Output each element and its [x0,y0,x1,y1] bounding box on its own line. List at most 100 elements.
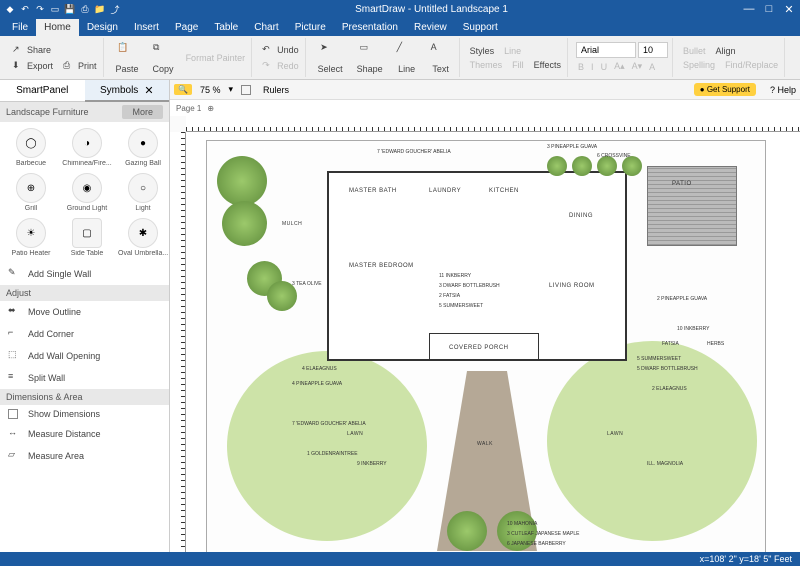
select-button[interactable]: ➤Select [314,40,347,76]
tab-smartpanel[interactable]: SmartPanel [0,80,85,102]
line-button[interactable]: ╱Line [393,40,421,76]
menu-home[interactable]: Home [36,19,79,36]
bullet-button[interactable]: Bullet [681,45,708,57]
shrub-shape[interactable] [572,156,592,176]
tree-shape[interactable] [447,511,487,551]
help-button[interactable]: ? Help [770,85,796,95]
close-button[interactable]: ✕ [782,2,796,16]
add-page-button[interactable]: ⊕ [207,104,214,113]
zoom-level[interactable]: 75 % [200,85,221,95]
canvas[interactable]: MASTER BATH LAUNDRY KITCHEN DINING MASTE… [186,132,800,552]
fill-button[interactable]: Fill [510,59,526,71]
tree-shape[interactable] [217,156,267,206]
bold-button[interactable]: B [576,60,586,73]
menu-picture[interactable]: Picture [287,19,334,36]
font-name-select[interactable]: Arial [576,42,636,58]
menu-insert[interactable]: Insert [126,19,167,36]
ruler-horizontal[interactable] [186,116,800,132]
line-style-button[interactable]: Line [502,45,523,57]
tool-label: Measure Area [28,451,84,461]
styles-button[interactable]: Styles [468,45,497,57]
font-shrink-button[interactable]: A▾ [630,60,645,73]
tree-shape[interactable] [222,201,267,246]
themes-button[interactable]: Themes [468,59,505,71]
add-wall-opening-button[interactable]: ⬚Add Wall Opening [0,345,169,367]
split-wall-button[interactable]: ≡Split Wall [0,367,169,389]
save-icon[interactable]: 💾 [64,3,76,15]
room-dining: DINING [569,213,593,219]
porch-outline[interactable] [429,333,539,361]
font-grow-button[interactable]: A▴ [612,60,627,73]
show-dimensions-button[interactable]: Show Dimensions [0,405,169,423]
zoom-icon[interactable]: 🔍 [174,84,192,95]
house-outline[interactable]: MASTER BATH LAUNDRY KITCHEN DINING MASTE… [327,171,627,361]
symbol-chiminea[interactable]: ◑Chiminea/Fire... [60,126,114,169]
measure-area-button[interactable]: ▱Measure Area [0,445,169,467]
open-icon[interactable]: 📁 [94,3,106,15]
minimize-button[interactable]: — [742,2,756,16]
effects-button[interactable]: Effects [532,59,563,71]
menu-review[interactable]: Review [406,19,455,36]
measure-distance-button[interactable]: ↔Measure Distance [0,423,169,445]
symbol-light[interactable]: ○Light [116,171,170,214]
format-painter-button[interactable]: Format Painter [184,52,248,64]
patio[interactable] [647,166,737,246]
rulers-checkbox[interactable] [241,85,251,95]
symbol-patio-heater[interactable]: ☀Patio Heater [4,216,58,259]
shrub-shape[interactable] [547,156,567,176]
copy-button[interactable]: ⧉Copy [149,40,178,76]
add-corner-button[interactable]: ⌐Add Corner [0,323,169,345]
side-panel: SmartPanel Symbols✕ Landscape Furniture … [0,80,170,552]
symbol-gazing-ball[interactable]: ●Gazing Ball [116,126,170,169]
paste-button[interactable]: 📋Paste [112,40,143,76]
page-tab[interactable]: Page 1 [176,104,201,113]
get-support-button[interactable]: ● Get Support [694,83,756,96]
shape-button[interactable]: ▭Shape [353,40,387,76]
symbol-side-table[interactable]: ▢Side Table [60,216,114,259]
ruler-vertical[interactable] [170,132,186,552]
landscape-drawing[interactable]: MASTER BATH LAUNDRY KITCHEN DINING MASTE… [206,140,766,552]
shrub-shape[interactable] [597,156,617,176]
undo-icon[interactable]: ↶ [19,3,31,15]
plant-label: 7 'EDWARD GOUCHER' ABELIA [292,421,366,427]
align-button[interactable]: Align [714,45,738,57]
maximize-button[interactable]: □ [762,2,776,16]
tab-symbols[interactable]: Symbols✕ [85,80,170,102]
shrub-shape[interactable] [622,156,642,176]
gazing-ball-icon: ● [128,128,158,158]
move-outline-button[interactable]: ⬌Move Outline [0,301,169,323]
symbol-grill[interactable]: ⊕Grill [4,171,58,214]
redo-icon[interactable]: ↷ [34,3,46,15]
export-button[interactable]: ⬇Export [10,59,55,73]
new-icon[interactable]: ▭ [49,3,61,15]
lawn-left[interactable] [227,351,427,541]
menu-chart[interactable]: Chart [246,19,286,36]
print-button[interactable]: ⎙Print [61,59,99,73]
underline-button[interactable]: U [599,60,610,73]
spelling-button[interactable]: Spelling [681,59,717,71]
undo-button[interactable]: ↶Undo [260,43,301,57]
menu-presentation[interactable]: Presentation [334,19,406,36]
section-title: Landscape Furniture [6,107,89,117]
symbol-ground-light[interactable]: ◉Ground Light [60,171,114,214]
text-button[interactable]: AText [427,40,455,76]
font-color-button[interactable]: A [647,60,657,73]
menu-table[interactable]: Table [206,19,246,36]
print-icon[interactable]: ⎙ [79,3,91,15]
close-icon[interactable]: ✕ [144,84,153,97]
menu-support[interactable]: Support [455,19,506,36]
menu-page[interactable]: Page [167,19,206,36]
menu-design[interactable]: Design [79,19,126,36]
italic-button[interactable]: I [589,60,596,73]
symbol-barbecue[interactable]: ◯Barbecue [4,126,58,169]
export-icon[interactable]: ⤴ [109,3,121,15]
find-button[interactable]: Find/Replace [723,59,780,71]
symbol-oval-umbrella[interactable]: ✱Oval Umbrella... [116,216,170,259]
more-button[interactable]: More [122,105,163,119]
menu-file[interactable]: File [4,19,36,36]
chevron-down-icon[interactable]: ▾ [228,84,233,95]
add-single-wall-button[interactable]: ✎Add Single Wall [0,263,169,285]
redo-button[interactable]: ↷Redo [260,59,301,73]
font-size-select[interactable]: 10 [638,42,668,58]
share-button[interactable]: ↗Share [10,43,99,57]
